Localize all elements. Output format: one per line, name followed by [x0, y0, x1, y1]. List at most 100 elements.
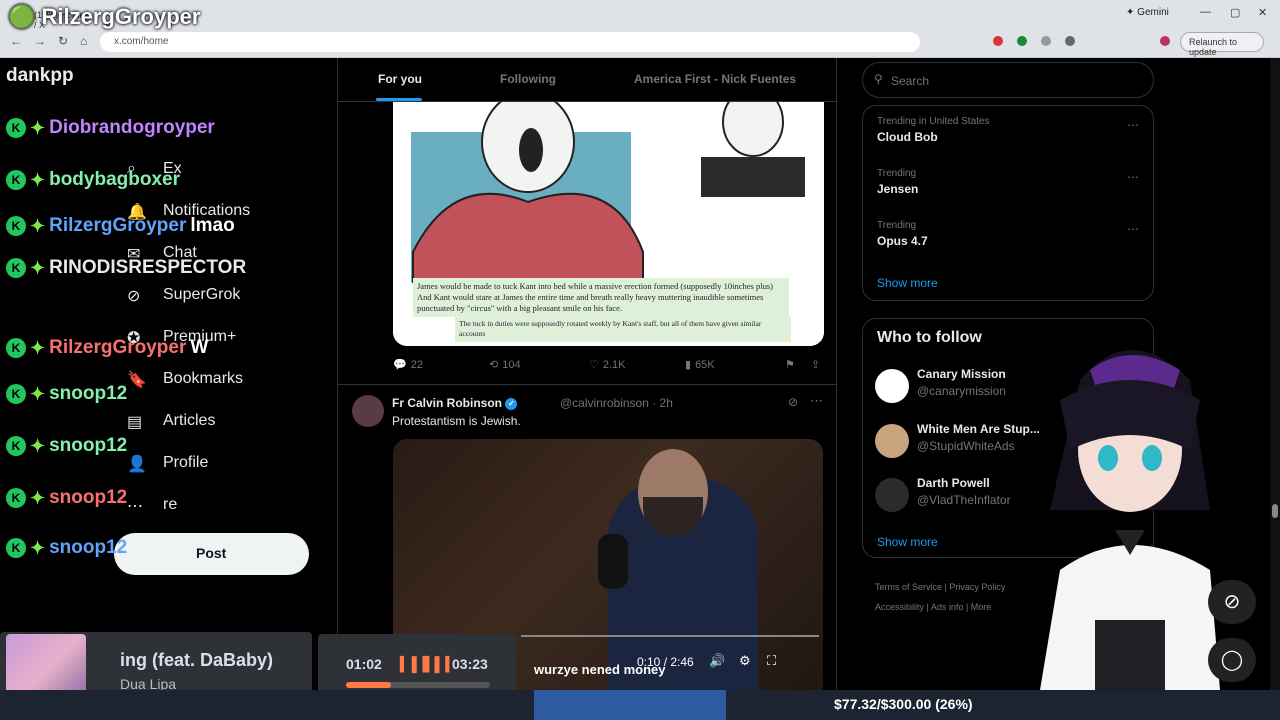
grok-side-button[interactable]: ⊘: [1208, 580, 1256, 624]
show-more-link[interactable]: Show more: [877, 276, 938, 290]
follow-handle: @canarymission: [917, 384, 1006, 398]
chat-message: K ✦ RilzergGroyper W: [6, 334, 208, 362]
tweet-image[interactable]: James would be made to tuck Kant into be…: [393, 102, 824, 346]
sidebar-item[interactable]: re: [163, 496, 177, 514]
more-icon[interactable]: ⋯: [1127, 222, 1139, 236]
gemini-button[interactable]: ✦ Gemini: [1126, 7, 1169, 18]
more-icon[interactable]: ⋯: [810, 393, 823, 409]
views-button[interactable]: ▮ 65K: [685, 358, 715, 372]
gemini-label: Gemini: [1137, 7, 1169, 18]
nav-icon[interactable]: ⊘: [127, 286, 140, 306]
reply-button[interactable]: 💬 22: [393, 358, 423, 372]
nav-icon[interactable]: ▤: [127, 412, 142, 432]
repost-button[interactable]: ⟲ 104: [489, 358, 521, 372]
extension-icon[interactable]: [1017, 36, 1027, 46]
trend-name: Jensen: [877, 182, 919, 196]
tweet-actions: 💬 22 ⟲ 104 ♡ 2.1K ▮ 65K ⚑ ⇪: [393, 358, 823, 374]
donation-goal-text: $77.32/$300.00 (26%): [834, 696, 973, 712]
follow-name: Canary Mission: [917, 367, 1006, 381]
extension-icon[interactable]: [993, 36, 1003, 46]
page-scrollbar[interactable]: [1270, 58, 1280, 690]
more-icon[interactable]: ⋯: [1127, 118, 1139, 132]
tweet-handle[interactable]: @calvinrobinson · 2h: [560, 396, 673, 410]
bookmark-icon[interactable]: ⚑: [785, 358, 795, 371]
trend-name: Opus 4.7: [877, 234, 928, 248]
grok-icon[interactable]: ⊘: [788, 395, 798, 409]
minimize-icon[interactable]: —: [1200, 6, 1211, 18]
more-link[interactable]: More: [971, 602, 992, 612]
chat-message: K ✦ snoop12: [6, 484, 127, 512]
total-time: 03:23: [452, 656, 488, 672]
active-tab-indicator: [376, 98, 422, 101]
chat-message: K ✦ RilzergGroyper lmao: [6, 212, 235, 240]
sidebar-item[interactable]: SuperGrok: [163, 286, 240, 304]
sidebar-item[interactable]: Articles: [163, 412, 215, 430]
settings-icon[interactable]: ⚙: [739, 653, 751, 669]
nav-icon[interactable]: 🔖: [127, 370, 147, 390]
avatar[interactable]: [352, 395, 384, 427]
terms-link[interactable]: Terms of Service: [875, 582, 942, 592]
tab-following[interactable]: Following: [500, 72, 556, 86]
address-bar[interactable]: x.com/home: [100, 32, 920, 52]
maximize-icon[interactable]: ▢: [1230, 6, 1240, 19]
like-button[interactable]: ♡ 2.1K: [589, 358, 626, 372]
share-icon[interactable]: ⇪: [811, 358, 820, 371]
privacy-link[interactable]: Privacy Policy: [949, 582, 1005, 592]
sub-badge-icon: ✦: [30, 257, 46, 278]
trend-item[interactable]: Trending Opus 4.7: [877, 220, 928, 248]
trend-context: Trending: [877, 220, 917, 231]
fullscreen-icon[interactable]: ⛶: [767, 653, 776, 669]
volume-icon[interactable]: 🔊: [709, 653, 725, 669]
chat-username[interactable]: bodybagboxer: [49, 169, 180, 191]
chat-text: lmao: [190, 215, 235, 236]
chat-username[interactable]: snoop12: [49, 487, 127, 509]
nav-icon[interactable]: ⋯: [127, 496, 143, 516]
profile-avatar[interactable]: [1160, 36, 1170, 46]
ads-info-link[interactable]: Ads info: [931, 602, 964, 612]
show-more-link[interactable]: Show more: [877, 535, 938, 549]
chat-username[interactable]: RINODISRESPECTOR: [49, 257, 246, 279]
post-button[interactable]: Post: [114, 533, 309, 575]
follow-name: Darth Powell: [917, 476, 990, 490]
reload-icon[interactable]: ↻: [58, 34, 68, 48]
accessibility-link[interactable]: Accessibility: [875, 602, 924, 612]
chat-username[interactable]: snoop12: [49, 435, 127, 457]
trend-context: Trending in United States: [877, 116, 990, 127]
chat-username[interactable]: snoop12: [49, 537, 127, 559]
repost-icon: ⟲: [489, 359, 499, 371]
back-icon[interactable]: ←: [10, 34, 22, 48]
sidebar-item[interactable]: Bookmarks: [163, 370, 243, 388]
chat-username[interactable]: dankpp: [6, 65, 74, 87]
avatar: [875, 478, 909, 512]
chat-username[interactable]: RilzergGroyper: [49, 215, 186, 237]
relaunch-button[interactable]: Relaunch to update: [1180, 32, 1264, 57]
footer-separator: |: [965, 602, 969, 612]
chat-username[interactable]: RilzergGroyper: [49, 337, 186, 359]
tweet-author[interactable]: Fr Calvin Robinson ✓: [392, 396, 518, 410]
elapsed-time: 01:02: [346, 656, 382, 672]
tab-for-you[interactable]: For you: [378, 72, 422, 86]
tab-america-first[interactable]: America First - Nick Fuentes: [634, 72, 796, 86]
home-icon[interactable]: ⌂: [80, 34, 87, 48]
kick-badge-icon: K: [6, 216, 26, 236]
follow-handle: @VladTheInflator: [917, 493, 1011, 507]
more-icon[interactable]: ⋯: [1127, 170, 1139, 184]
video-progress[interactable]: [521, 635, 819, 637]
messages-side-button[interactable]: ◯: [1208, 638, 1256, 682]
forward-icon[interactable]: →: [34, 34, 46, 48]
kick-badge-icon: K: [6, 538, 26, 558]
close-icon[interactable]: ✕: [1258, 6, 1267, 19]
search-input[interactable]: Search: [862, 62, 1154, 98]
scroll-thumb[interactable]: [1272, 504, 1278, 518]
trends-panel: Trending in United States Cloud Bob ⋯ Tr…: [862, 105, 1154, 301]
nav-icon[interactable]: 👤: [127, 454, 147, 474]
chat-username[interactable]: snoop12: [49, 383, 127, 405]
trend-item[interactable]: Trending in United States Cloud Bob: [877, 116, 989, 144]
chat-username[interactable]: Diobrandogroyper: [49, 117, 215, 139]
sidebar-item[interactable]: Profile: [163, 454, 208, 472]
extensions-puzzle-icon[interactable]: [1065, 36, 1075, 46]
trend-item[interactable]: Trending Jensen: [877, 168, 918, 196]
sub-badge-icon: ✦: [30, 435, 46, 456]
extension-icon[interactable]: [1041, 36, 1051, 46]
like-count: 2.1K: [602, 358, 626, 371]
